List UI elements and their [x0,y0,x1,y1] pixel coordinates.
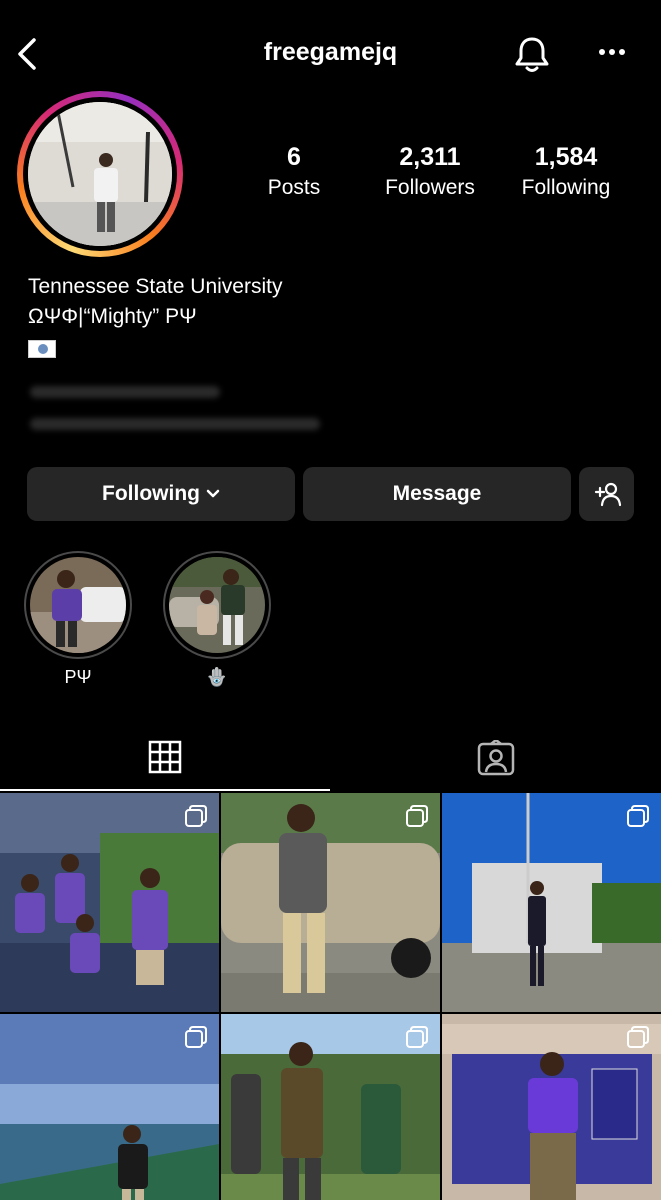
multiple-posts-icon [627,1026,649,1048]
multiple-posts-icon [185,805,207,827]
story-highlight[interactable]: 🪬 [163,551,271,688]
post-thumbnail[interactable] [442,793,661,1012]
highlight-label: 🪬 [205,667,229,687]
multiple-posts-icon [406,805,428,827]
message-button[interactable]: Message [303,467,571,521]
post-thumbnail[interactable] [442,1014,661,1200]
profile-bio: Tennessee State University ΩΨΦ|“Mighty” … [28,272,282,367]
posts-stat[interactable]: 6 Posts [254,143,334,200]
tagged-icon [477,740,514,776]
post-thumbnail[interactable] [0,1014,219,1200]
bio-line-2: ΩΨΦ|“Mighty” ΡΨ [28,305,197,328]
following-label: Following [521,176,611,199]
add-user-icon [594,482,621,507]
redacted-bio-line [30,386,220,398]
highlight-label: ΡΨ [64,667,92,687]
tab-tagged[interactable] [330,725,661,791]
following-count: 1,584 [534,143,598,171]
post-thumbnail[interactable] [221,1014,440,1200]
post-thumbnail[interactable] [0,793,219,1012]
highlight-cover [30,557,126,653]
post-thumbnail[interactable] [221,793,440,1012]
following-button[interactable]: Following [27,467,295,521]
avatar-photo [28,102,172,246]
story-highlight[interactable]: ΡΨ [24,551,132,688]
multiple-posts-icon [627,805,649,827]
followers-label: Followers [385,176,475,199]
message-button-label: Message [392,482,482,505]
profile-tabs [0,725,661,791]
posts-label: Posts [267,176,321,199]
suggested-users-button[interactable] [579,467,634,521]
grid-icon [148,740,182,774]
flag-icon [28,340,56,358]
multiple-posts-icon [406,1026,428,1048]
redacted-bio-line [30,418,320,430]
posts-count: 6 [287,143,301,171]
chevron-down-icon [206,489,220,498]
followers-count: 2,311 [399,143,461,171]
followers-stat[interactable]: 2,311 Followers [374,143,486,200]
more-horizontal-icon [599,49,625,55]
profile-username: freegamejq [263,38,398,66]
more-options-button[interactable] [594,40,630,64]
following-stat[interactable]: 1,584 Following [510,143,622,200]
following-button-label: Following [102,482,200,505]
bio-line-1: Tennessee State University [28,275,283,298]
highlight-cover [169,557,265,653]
profile-avatar[interactable] [17,91,183,257]
tab-posts-grid[interactable] [0,725,330,791]
bell-icon [515,37,549,72]
multiple-posts-icon [185,1026,207,1048]
notifications-button[interactable] [511,34,553,76]
